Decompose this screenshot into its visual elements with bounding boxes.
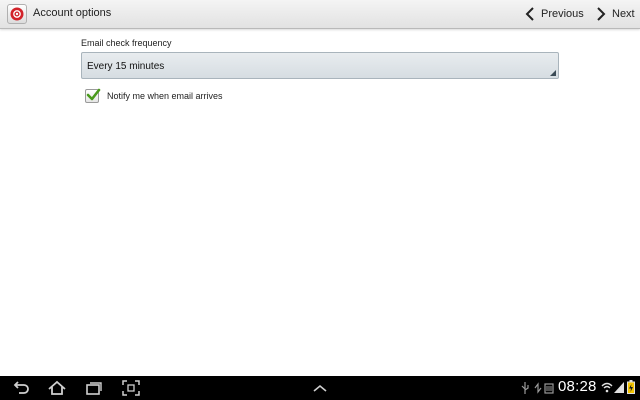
- wifi-icon: [601, 382, 613, 393]
- status-clock: 08:28: [558, 378, 597, 395]
- previous-button[interactable]: Previous: [525, 0, 584, 28]
- sync-icon: [534, 382, 542, 394]
- checkmark-icon: [86, 88, 101, 101]
- next-button[interactable]: Next: [596, 0, 635, 28]
- action-bar: Account options Previous Next: [0, 0, 640, 29]
- notify-checkbox[interactable]: [85, 88, 101, 103]
- page-title: Account options: [33, 7, 112, 19]
- email-check-frequency-label: Email check frequency: [81, 38, 172, 48]
- chevron-right-icon: [597, 7, 606, 21]
- screenshot-icon[interactable]: [122, 380, 140, 396]
- chevron-up-icon[interactable]: [312, 380, 328, 396]
- notify-option-row[interactable]: Notify me when email arrives: [85, 88, 223, 104]
- signal-icon: [614, 382, 624, 393]
- email-app-icon[interactable]: [7, 4, 27, 24]
- previous-label: Previous: [541, 8, 584, 20]
- usb-icon: [521, 382, 529, 394]
- recent-apps-icon[interactable]: [85, 380, 103, 396]
- email-at-icon: [10, 7, 24, 21]
- storage-icon: [544, 383, 554, 394]
- battery-icon: [627, 380, 635, 394]
- system-bar: 08:28: [0, 376, 640, 400]
- home-icon[interactable]: [47, 380, 67, 396]
- spinner-selected-value: Every 15 minutes: [87, 61, 165, 72]
- chevron-left-icon: [525, 7, 534, 21]
- back-icon[interactable]: [12, 380, 30, 396]
- notify-label: Notify me when email arrives: [107, 91, 223, 101]
- dropdown-corner-icon: [550, 70, 556, 76]
- email-check-frequency-spinner[interactable]: Every 15 minutes: [81, 52, 559, 79]
- next-label: Next: [612, 8, 635, 20]
